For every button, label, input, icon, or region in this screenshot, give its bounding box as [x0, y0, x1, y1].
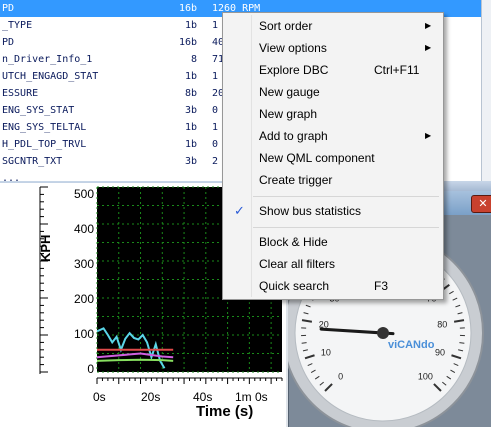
checkmark-icon: ✓ — [234, 203, 245, 218]
menu-item-add-to-graph[interactable]: Add to graph ▶ — [224, 125, 442, 147]
gauge-tick — [459, 342, 465, 344]
menu-item-quick-search[interactable]: Quick search F3 — [224, 275, 442, 297]
plot-y-axis-label: KPH — [38, 234, 53, 262]
submenu-arrow-icon: ▶ — [425, 131, 432, 140]
gauge-tick-label: 100 — [418, 371, 433, 381]
gauge-tick-label: 90 — [435, 348, 445, 358]
menu-item-create-trigger[interactable]: Create trigger — [224, 169, 442, 191]
gauge-tick-label: 0 — [338, 371, 343, 381]
menu-item-new-graph[interactable]: New graph — [224, 103, 442, 125]
y-tick-label: 500 — [73, 187, 94, 201]
menu-item-new-qml-component[interactable]: New QML component — [224, 147, 442, 169]
submenu-arrow-icon: ▶ — [425, 21, 432, 30]
menu-item-block-hide[interactable]: Block & Hide — [224, 231, 442, 253]
gauge-hub — [377, 327, 389, 339]
y-tick-label: 400 — [73, 222, 94, 236]
gauge-tick — [301, 342, 307, 344]
menu-item-new-gauge[interactable]: New gauge — [224, 81, 442, 103]
menu-item-clear-all-filters[interactable]: Clear all filters — [224, 253, 442, 275]
y-tick-label: 100 — [73, 327, 94, 341]
submenu-arrow-icon: ▶ — [425, 43, 432, 52]
gauge-tick-label: 80 — [437, 320, 447, 330]
y-tick-label: 200 — [73, 292, 94, 306]
close-icon[interactable]: ✕ — [471, 195, 491, 213]
menu-separator — [253, 196, 439, 197]
gauge-tick-label: 10 — [321, 348, 331, 358]
menu-item-explore-dbc[interactable]: Explore DBC Ctrl+F11 — [224, 59, 442, 81]
menu-item-sort-order[interactable]: Sort order ▶ — [224, 15, 442, 37]
x-tick-label: 1m 0s — [235, 390, 268, 404]
plot-x-axis-label: Time (s) — [196, 403, 254, 420]
x-tick-label: 40s — [193, 390, 213, 404]
y-tick-label: 0 — [87, 362, 94, 376]
menu-separator — [253, 227, 439, 228]
gauge-logo: viCANdo — [388, 339, 435, 351]
menu-item-show-bus-statistics[interactable]: ✓ Show bus statistics — [224, 200, 442, 222]
context-menu: Sort order ▶ View options ▶ Explore DBC Ctr… — [222, 12, 444, 300]
series-line-3 — [96, 358, 174, 362]
x-tick-label: 0s — [93, 390, 106, 404]
menu-item-view-options[interactable]: View options ▶ — [224, 37, 442, 59]
x-tick-label: 20s — [141, 390, 161, 404]
signal-list-scrollbar[interactable] — [481, 0, 491, 181]
y-tick-label: 300 — [73, 257, 94, 271]
